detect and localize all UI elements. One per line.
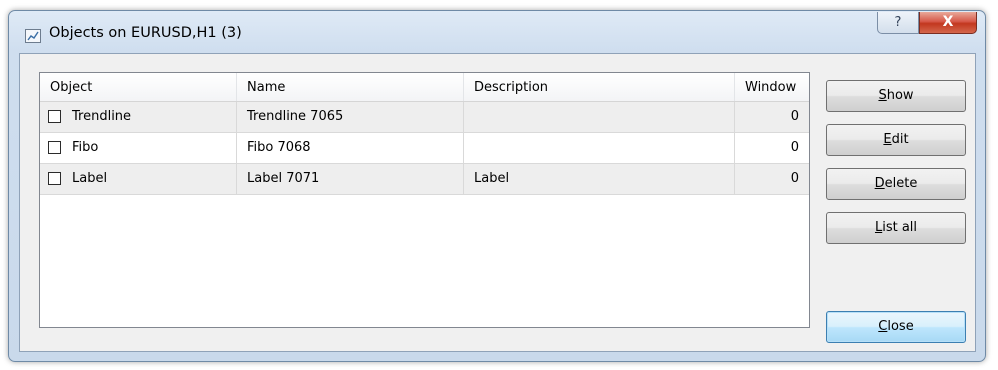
object-type: Trendline [72, 109, 132, 124]
table-row[interactable]: Trendline Trendline 7065 0 [40, 102, 809, 133]
edit-label: dit [891, 132, 909, 147]
description-cell [464, 133, 735, 163]
list-all-button[interactable]: List all [826, 212, 966, 244]
name-cell: Trendline 7065 [237, 102, 464, 132]
help-icon: ? [894, 15, 902, 30]
name-cell: Label 7071 [237, 164, 464, 194]
window-cell: 0 [790, 140, 799, 155]
close-label: lose [887, 319, 914, 334]
window-close-button[interactable]: X [919, 12, 977, 34]
column-header-name[interactable]: Name [237, 73, 464, 101]
object-cell: Fibo [40, 133, 237, 163]
edit-button[interactable]: Edit [826, 124, 966, 156]
description-cell: Label [464, 164, 735, 194]
object-type: Fibo [72, 140, 99, 155]
window-cell: 0 [790, 171, 799, 186]
edit-mnemonic: E [883, 132, 892, 147]
show-button[interactable]: Show [826, 80, 966, 112]
list-all-label: ist all [882, 220, 918, 235]
row-checkbox[interactable] [48, 141, 61, 154]
object-type: Label [72, 171, 108, 186]
show-mnemonic: S [878, 88, 887, 103]
close-icon: X [942, 14, 954, 30]
object-cell: Label [40, 164, 237, 194]
description-cell [464, 102, 735, 132]
delete-mnemonic: D [874, 176, 885, 191]
objects-list[interactable]: Object Name Description Window Trendline… [39, 72, 810, 328]
chart-icon [25, 29, 41, 43]
show-label: how [886, 88, 914, 103]
delete-label: elete [884, 176, 918, 191]
row-checkbox[interactable] [48, 172, 61, 185]
close-mnemonic: C [878, 319, 888, 334]
help-button[interactable]: ? [877, 12, 919, 34]
delete-button[interactable]: Delete [826, 168, 966, 200]
table-row[interactable]: Label Label 7071 Label 0 [40, 164, 809, 195]
objects-dialog: Objects on EURUSD,H1 (3) ? X Object Name… [8, 10, 986, 362]
row-checkbox[interactable] [48, 110, 61, 123]
column-header-description[interactable]: Description [464, 73, 735, 101]
list-header: Object Name Description Window [40, 73, 809, 102]
window-title: Objects on EURUSD,H1 (3) [49, 25, 242, 41]
close-button[interactable]: Close [826, 311, 966, 343]
table-row[interactable]: Fibo Fibo 7068 0 [40, 133, 809, 164]
window-cell: 0 [790, 109, 799, 124]
name-cell: Fibo 7068 [237, 133, 464, 163]
title-bar[interactable]: Objects on EURUSD,H1 (3) ? X [9, 11, 985, 53]
object-cell: Trendline [40, 102, 237, 132]
dialog-client-area: Object Name Description Window Trendline… [19, 53, 976, 352]
column-header-window[interactable]: Window [735, 73, 809, 101]
column-header-object[interactable]: Object [40, 73, 237, 101]
